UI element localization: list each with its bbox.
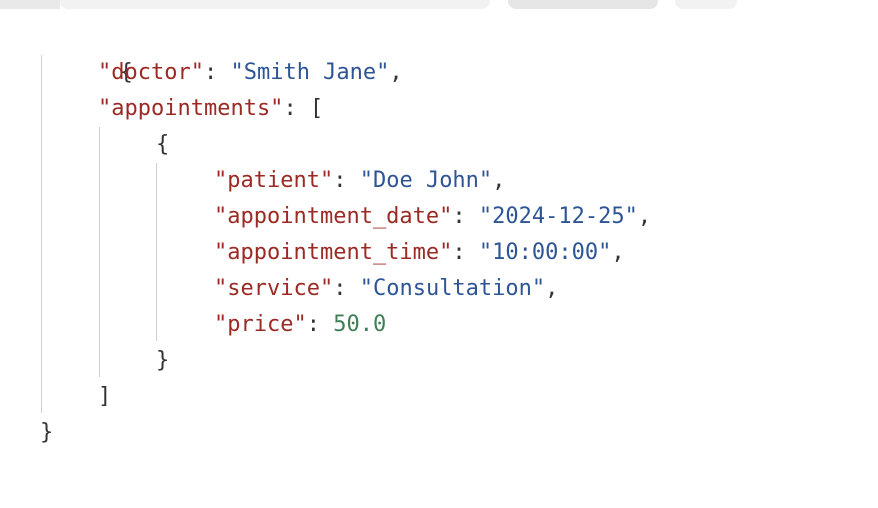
json-line-appointment-date: "appointment_date": "2024-12-25", (214, 199, 651, 235)
patient-value: "Doe John" (359, 168, 493, 193)
service-key: "service" (214, 276, 334, 301)
indent-guide-appointment-item (156, 163, 157, 341)
json-line-service: "service": "Consultation", (214, 271, 558, 307)
item-close-brace: } (156, 348, 170, 373)
doctor-value: "Smith Jane" (230, 60, 390, 85)
json-line-appointments: "appointments": [ (98, 91, 323, 127)
json-line-price: "price": 50.0 (214, 307, 386, 343)
service-value: "Consultation" (359, 276, 546, 301)
appointment-date-value: "2024-12-25" (478, 204, 638, 229)
json-line-patient: "patient": "Doe John", (214, 163, 505, 199)
json-line-item-close: } (156, 343, 169, 379)
json-line-array-close: ] (98, 379, 111, 415)
colon: : (333, 276, 360, 301)
colon: : (452, 204, 479, 229)
array-close-bracket: ] (98, 384, 112, 409)
colon: : (333, 168, 360, 193)
comma: , (637, 204, 652, 229)
indent-guide-appointments (99, 127, 100, 377)
comma: , (545, 276, 559, 301)
comma: , (611, 240, 625, 265)
json-line-root-open: { (40, 19, 132, 85)
colon: : (203, 60, 231, 85)
comma: , (389, 60, 403, 85)
appointments-key: "appointments" (98, 96, 284, 121)
comma: , (492, 168, 506, 193)
tab-strip-left[interactable] (0, 0, 60, 9)
json-line-root-close: } (40, 415, 53, 451)
price-value: 50.0 (333, 312, 387, 337)
tab-1[interactable] (60, 0, 490, 9)
colon: : (452, 240, 479, 265)
json-line-doctor: "doctor": "Smith Jane", (98, 55, 403, 91)
json-viewer: { "doctor": "Smith Jane", "appointments"… (0, 0, 878, 508)
json-line-item-open: { (156, 127, 169, 163)
appointment-date-key: "appointment_date" (214, 204, 453, 229)
doctor-key: "doctor" (98, 60, 204, 85)
appointment-time-key: "appointment_time" (214, 240, 453, 265)
array-open-bracket: [ (309, 96, 324, 121)
tab-3[interactable] (675, 0, 737, 9)
colon: : (283, 96, 310, 121)
tab-2[interactable] (508, 0, 658, 9)
colon: : (306, 312, 334, 337)
root-close-brace: } (40, 420, 54, 445)
item-open-brace: { (156, 132, 170, 157)
patient-key: "patient" (214, 168, 334, 193)
price-key: "price" (214, 312, 307, 337)
json-line-appointment-time: "appointment_time": "10:00:00", (214, 235, 625, 271)
appointment-time-value: "10:00:00" (478, 240, 612, 265)
